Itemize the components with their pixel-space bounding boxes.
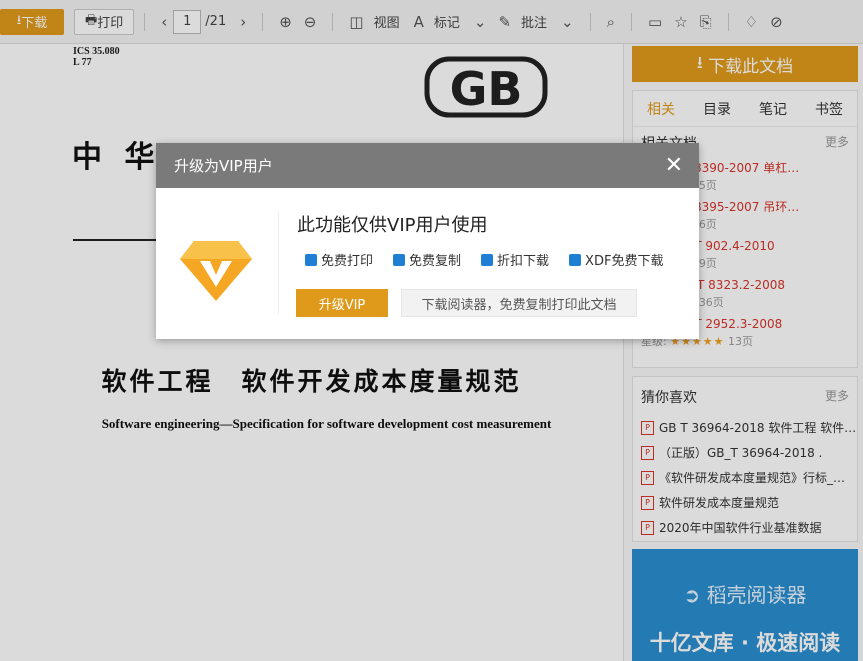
print-icon bbox=[305, 253, 317, 266]
feature-copy: 免费复制 bbox=[393, 250, 461, 269]
divider bbox=[278, 211, 279, 315]
feature-xdf: XDF免费下载 bbox=[569, 250, 663, 269]
dialog-title: 升级为VIP用户 bbox=[174, 157, 273, 175]
feature-print: 免费打印 bbox=[305, 250, 373, 269]
dialog-message: 此功能仅供VIP用户使用 bbox=[297, 215, 488, 236]
close-icon[interactable]: ✕ bbox=[665, 153, 683, 178]
upgrade-vip-button[interactable]: 升级VIP bbox=[296, 289, 388, 317]
vip-dialog: 升级为VIP用户 ✕ 此功能仅供VIP用户使用 免费打印 免费复制 折扣下载 X… bbox=[156, 143, 699, 339]
feature-discount: 折扣下载 bbox=[481, 250, 549, 269]
copy-icon bbox=[393, 253, 406, 266]
vip-features: 免费打印 免费复制 折扣下载 XDF免费下载 bbox=[305, 250, 683, 269]
download-icon bbox=[481, 253, 494, 266]
xdf-icon bbox=[569, 253, 582, 266]
download-reader-button[interactable]: 下载阅读器，免费复制打印此文档 bbox=[401, 289, 637, 317]
vip-diamond-icon bbox=[180, 241, 252, 301]
dialog-header: 升级为VIP用户 ✕ bbox=[156, 143, 699, 188]
